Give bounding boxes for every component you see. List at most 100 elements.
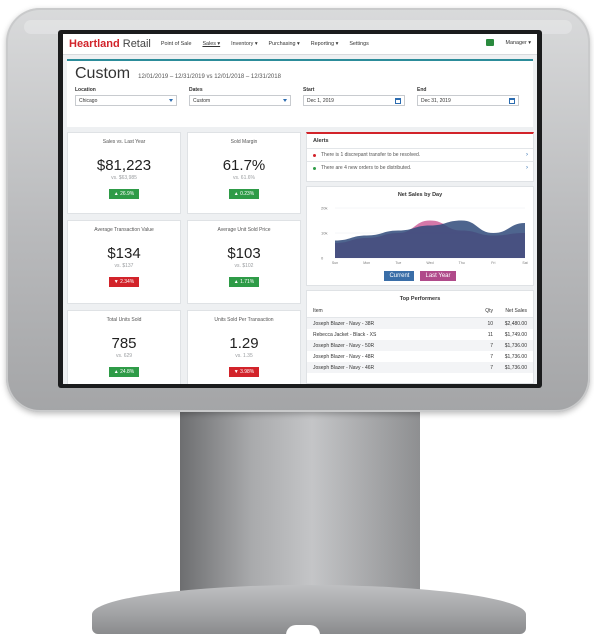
filter-label: Start: [303, 87, 315, 93]
chevron-down-icon: [169, 99, 173, 102]
row-item: Joseph Blazer - Navy - 48R: [313, 353, 375, 360]
alert-text: There are 4 new orders to be distributed…: [321, 165, 412, 171]
row-net-sales: $1,749.00: [504, 331, 527, 338]
col-qty[interactable]: Qty: [473, 308, 493, 314]
legend-current[interactable]: Current: [384, 271, 415, 281]
filter-dates: Dates Custom: [189, 87, 291, 106]
table-row[interactable]: Rebecca Jacket - Black - XS 11 $1,749.00: [307, 329, 533, 340]
kpi-card-atv[interactable]: Average Transaction Value $134 vs. $137 …: [67, 220, 181, 304]
row-qty: 11: [487, 331, 493, 338]
nav-purchasing[interactable]: Purchasing ▾: [269, 41, 300, 47]
kpi-value: 785: [111, 335, 137, 352]
filter-label: Location: [75, 87, 96, 93]
x-tick-label: Wed: [426, 261, 433, 265]
end-value: Dec 31, 2019: [421, 97, 451, 104]
row-item: Rebecca Jacket - Black - XS: [313, 331, 377, 338]
nav-point-of-sale[interactable]: Point of Sale: [161, 41, 192, 47]
nav-sales[interactable]: Sales ▾: [202, 41, 220, 47]
chat-icon[interactable]: [485, 39, 494, 46]
user-menu[interactable]: Manager ▾: [506, 40, 531, 46]
chevron-right-icon: ›: [526, 165, 528, 171]
kpi-card-upt[interactable]: Units Sold Per Transaction 1.29 vs. 1.35…: [187, 310, 301, 384]
brand-sub: Retail: [122, 38, 151, 50]
x-tick-label: Tue: [395, 261, 401, 265]
kpi-label: Units Sold Per Transaction: [214, 317, 274, 323]
filter-start: Start Dec 1, 2019: [303, 87, 405, 106]
chevron-right-icon: ›: [526, 152, 528, 158]
series-current-area[interactable]: [335, 220, 525, 259]
alert-item[interactable]: There are 4 new orders to be distributed…: [307, 161, 533, 174]
table-body: Joseph Blazer - Navy - 38R 10 $2,480.00 Reb…: [307, 318, 533, 373]
filter-end: End Dec 31, 2019: [417, 87, 519, 106]
kpi-value: $81,223: [96, 157, 152, 174]
page-title: Custom: [75, 65, 131, 82]
nav-inventory[interactable]: Inventory ▾: [231, 41, 257, 47]
x-tick-label: Sun: [332, 261, 338, 265]
y-tick-label: 10k: [321, 231, 327, 236]
alert-text: There is 1 discrepant transfer to be res…: [321, 152, 421, 158]
alerts-title: Alerts: [313, 138, 329, 144]
dates-value: Custom: [193, 97, 211, 104]
kpi-value: 1.29: [229, 335, 259, 352]
table-row[interactable]: Joseph Blazer - Navy - 38R 10 $2,480.00: [307, 318, 533, 329]
alert-item[interactable]: There is 1 discrepant transfer to be res…: [307, 148, 533, 161]
table-row[interactable]: Joseph Blazer - Navy - 48R 7 $1,736.00: [307, 351, 533, 362]
kpi-compare: vs. $137: [114, 263, 134, 269]
legend-last-year[interactable]: Last Year: [420, 271, 456, 281]
kiosk-scene: Heartland Retail Point of Sale Sales ▾ I…: [0, 0, 594, 634]
x-tick-label: Fri: [491, 261, 495, 265]
filter-label: End: [417, 87, 427, 93]
row-item: Joseph Blazer - Navy - 38R: [313, 320, 375, 327]
kpi-change-badge: ▲ 24.8%: [108, 367, 140, 377]
calendar-icon[interactable]: [509, 97, 515, 104]
kpi-change-badge: ▼ 3.98%: [228, 367, 260, 377]
date-range: 12/01/2019 – 12/31/2019 vs 12/01/2018 – …: [138, 74, 281, 80]
alerts-panel: Alerts There is 1 discrepant transfer to…: [306, 132, 534, 182]
kpi-compare: vs. 629: [115, 353, 133, 359]
nav-settings[interactable]: Settings: [349, 41, 368, 47]
row-net-sales: $1,736.00: [504, 364, 527, 371]
kpi-card-units[interactable]: Total Units Sold 785 vs. 629 ▲ 24.8%: [67, 310, 181, 384]
filter-label: Dates: [189, 87, 203, 93]
row-qty: 10: [487, 320, 493, 327]
brand-logo[interactable]: Heartland: [69, 38, 120, 50]
net-sales-chart-panel: Net Sales by Day 20k 10k 0 Sun Mon Tue Wed Thu F…: [306, 186, 534, 286]
y-tick-label: 20k: [321, 206, 327, 211]
chart-title: Net Sales by Day: [397, 192, 443, 198]
start-date-field[interactable]: Dec 1, 2019: [303, 95, 405, 106]
calendar-icon[interactable]: [395, 97, 401, 104]
x-tick-label: Sat: [522, 261, 527, 265]
app-screen: Heartland Retail Point of Sale Sales ▾ I…: [63, 34, 537, 384]
kpi-card-sales[interactable]: Sales vs. Last Year $81,223 vs. $63,985 …: [67, 132, 181, 214]
kpi-value: $134: [107, 245, 141, 262]
filter-location: Location Chicago: [75, 87, 177, 106]
kpi-change-badge: ▲ 0.23%: [228, 189, 260, 199]
kpi-compare: vs. $63,985: [111, 175, 137, 181]
kpi-compare: vs. 61.6%: [233, 175, 255, 181]
alert-dot-icon: [313, 166, 316, 170]
row-qty: 7: [490, 364, 493, 371]
kpi-label: Sales vs. Last Year: [102, 139, 146, 145]
kpi-value: 61.7%: [222, 157, 266, 174]
kpi-change-badge: ▼ 2.34%: [108, 277, 140, 287]
start-value: Dec 1, 2019: [307, 97, 334, 104]
col-net-sales[interactable]: Net Sales: [493, 308, 527, 314]
alert-dot-icon: [313, 153, 316, 157]
kpi-label: Sold Margin: [230, 139, 258, 145]
row-qty: 7: [490, 353, 493, 360]
kiosk-stand: [180, 408, 420, 603]
top-nav: Heartland Retail Point of Sale Sales ▾ I…: [63, 34, 537, 55]
nav-right: Manager ▾: [485, 39, 531, 46]
row-qty: 7: [490, 342, 493, 349]
kpi-card-aup[interactable]: Average Unit Sold Price $103 vs. $102 ▲ …: [187, 220, 301, 304]
filters: Location Chicago Dates Custom Start Dec …: [75, 87, 525, 106]
col-item[interactable]: Item: [313, 308, 473, 314]
kpi-card-margin[interactable]: Sold Margin 61.7% vs. 61.6% ▲ 0.23%: [187, 132, 301, 214]
location-select[interactable]: Chicago: [75, 95, 177, 106]
table-row[interactable]: Joseph Blazer - Navy - 50R 7 $1,736.00: [307, 340, 533, 351]
nav-reporting[interactable]: Reporting ▾: [311, 41, 339, 47]
end-date-field[interactable]: Dec 31, 2019: [417, 95, 519, 106]
dates-select[interactable]: Custom: [189, 95, 291, 106]
row-item: Joseph Blazer - Navy - 46R: [313, 364, 375, 371]
table-row[interactable]: Joseph Blazer - Navy - 46R 7 $1,736.00: [307, 362, 533, 373]
